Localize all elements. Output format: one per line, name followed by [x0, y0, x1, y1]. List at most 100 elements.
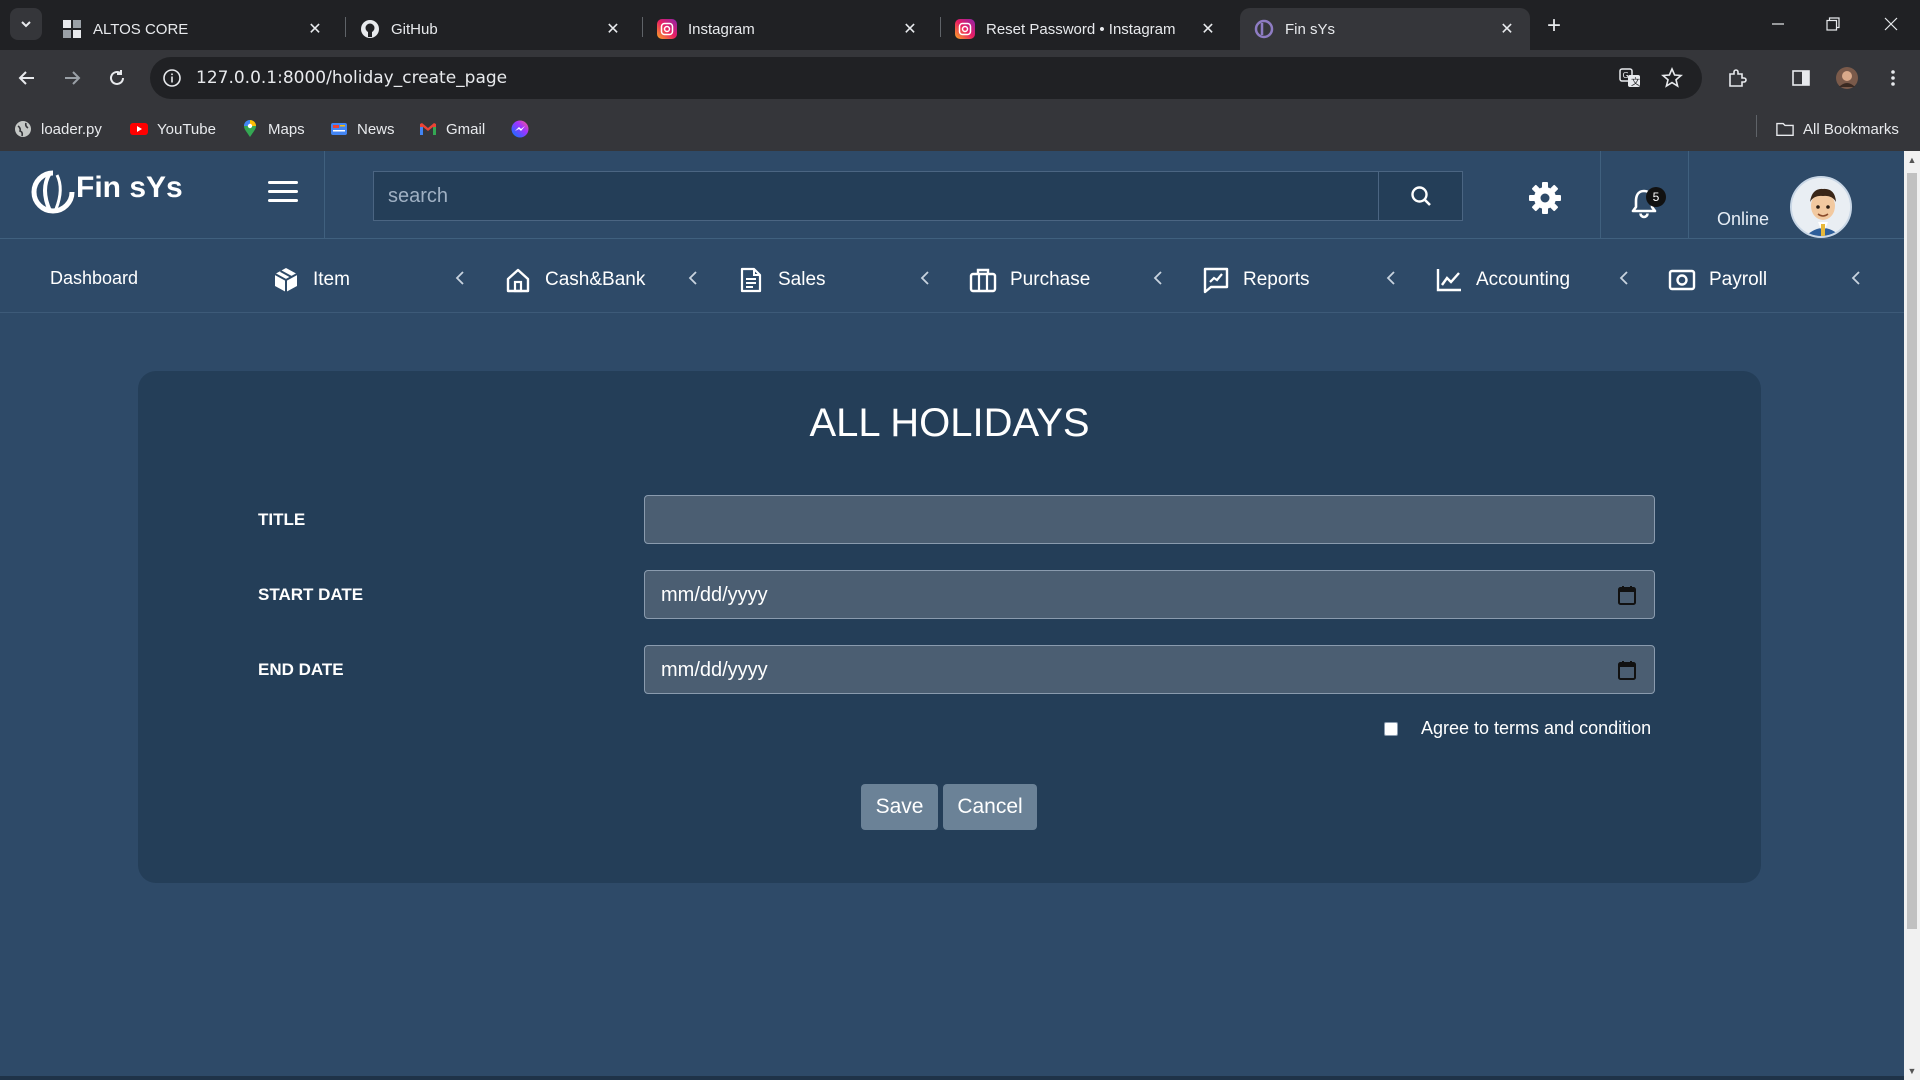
- all-bookmarks-button[interactable]: All Bookmarks: [1776, 117, 1899, 141]
- calendar-icon[interactable]: [1618, 660, 1636, 680]
- bookmark-item[interactable]: loader.py: [14, 117, 102, 141]
- box-icon: [272, 266, 300, 294]
- browser-tab[interactable]: Instagram ✕: [643, 8, 933, 50]
- scrollbar-thumb[interactable]: [1907, 173, 1917, 929]
- site-info-icon[interactable]: [160, 66, 184, 90]
- bookmark-item[interactable]: Maps: [241, 117, 305, 141]
- menu-toggle-icon[interactable]: [268, 181, 298, 207]
- end-date-field[interactable]: mm/dd/yyyy: [644, 645, 1655, 694]
- browser-menu-button[interactable]: [1876, 61, 1910, 95]
- bookmark-item[interactable]: [511, 117, 538, 141]
- search-input[interactable]: [374, 172, 1378, 220]
- browser-tab-active[interactable]: Fin sYs ✕: [1240, 8, 1530, 50]
- chevron-left-icon[interactable]: [1384, 269, 1398, 287]
- app-logo[interactable]: Fin sYs: [30, 169, 183, 215]
- close-tab-icon[interactable]: ✕: [1498, 20, 1516, 38]
- arrow-right-icon: [65, 71, 81, 85]
- terms-checkbox[interactable]: [1384, 721, 1398, 736]
- instagram-icon: [657, 19, 677, 39]
- browser-tab-strip: ALTOS CORE ✕ GitHub ✕ Instagram ✕ Reset …: [0, 0, 1920, 50]
- translate-icon[interactable]: 文G: [1618, 66, 1642, 90]
- bookmark-item[interactable]: YouTube: [130, 117, 216, 141]
- address-bar[interactable]: 127.0.0.1:8000/holiday_create_page 文G: [150, 57, 1702, 99]
- chevron-left-icon[interactable]: [918, 269, 932, 287]
- chevron-left-icon[interactable]: [1617, 269, 1631, 287]
- bookmark-star-icon[interactable]: [1660, 66, 1684, 90]
- start-date-field[interactable]: mm/dd/yyyy: [644, 570, 1655, 619]
- back-button[interactable]: [10, 61, 44, 95]
- reload-button[interactable]: [100, 61, 134, 95]
- nav-label: Reports: [1243, 269, 1310, 290]
- chevron-left-icon[interactable]: [453, 269, 467, 287]
- close-tab-icon[interactable]: ✕: [604, 20, 622, 38]
- nav-item-purchase[interactable]: Purchase: [969, 265, 1090, 295]
- close-tab-icon[interactable]: ✕: [306, 20, 324, 38]
- all-bookmarks-label: All Bookmarks: [1803, 120, 1899, 138]
- chevron-left-icon[interactable]: [1151, 269, 1165, 287]
- bookmark-label: Maps: [268, 120, 305, 138]
- close-tab-icon[interactable]: ✕: [901, 20, 919, 38]
- nav-item-dashboard[interactable]: Dashboard: [50, 268, 138, 289]
- nav-item-item[interactable]: Item: [272, 265, 350, 295]
- browser-toolbar: 127.0.0.1:8000/holiday_create_page 文G: [0, 50, 1920, 107]
- nav-item-payroll[interactable]: Payroll: [1668, 265, 1767, 295]
- chevron-left-icon[interactable]: [686, 269, 700, 287]
- browser-tab[interactable]: Reset Password • Instagram ✕: [941, 8, 1231, 50]
- close-tab-icon[interactable]: ✕: [1199, 20, 1217, 38]
- save-button[interactable]: Save: [861, 784, 938, 830]
- avatar[interactable]: [1790, 176, 1852, 238]
- status-text: Online: [1717, 209, 1770, 229]
- title-field[interactable]: [644, 495, 1655, 544]
- chevron-down-icon: [21, 21, 31, 28]
- scroll-down-icon[interactable]: ▼: [1907, 1066, 1917, 1076]
- cancel-button[interactable]: Cancel: [943, 784, 1037, 830]
- start-date-label: START DATE: [258, 585, 364, 604]
- briefcase-icon: [969, 266, 997, 294]
- tab-list-button[interactable]: [10, 8, 42, 40]
- search-field[interactable]: [373, 171, 1379, 221]
- close-icon: [1884, 17, 1898, 31]
- restore-icon: [1826, 17, 1840, 31]
- vertical-scrollbar[interactable]: ▲ ▼: [1904, 151, 1920, 1080]
- side-panel-button[interactable]: [1784, 61, 1818, 95]
- bookmarks-bar: loader.py YouTube Maps News Gmail All Bo…: [0, 107, 1920, 151]
- reload-icon: [110, 70, 124, 85]
- search-button[interactable]: [1378, 171, 1463, 221]
- minimize-button[interactable]: [1758, 8, 1798, 40]
- nav-item-cash-bank[interactable]: Cash&Bank: [504, 265, 645, 295]
- calendar-icon[interactable]: [1618, 585, 1636, 605]
- profile-button[interactable]: [1830, 61, 1864, 95]
- profile-avatar-icon: [1836, 67, 1858, 89]
- end-date-value: mm/dd/yyyy: [661, 659, 768, 681]
- bookmark-item[interactable]: News: [330, 117, 395, 141]
- tab-title: Fin sYs: [1285, 20, 1336, 38]
- document-icon: [737, 266, 765, 294]
- terms-agreement[interactable]: Agree to terms and condition: [1384, 718, 1651, 739]
- finsys-icon: [1254, 19, 1274, 39]
- tab-title: GitHub: [391, 20, 438, 38]
- browser-tab[interactable]: GitHub ✕: [346, 8, 636, 50]
- gear-icon[interactable]: [1528, 181, 1562, 215]
- chevron-left-icon[interactable]: [1849, 269, 1863, 287]
- minimize-icon: [1772, 23, 1784, 25]
- url-text: 127.0.0.1:8000/holiday_create_page: [196, 68, 508, 88]
- extensions-button[interactable]: [1720, 61, 1754, 95]
- brand-name: Fin sYs: [76, 171, 183, 204]
- nav-item-reports[interactable]: Reports: [1202, 265, 1310, 295]
- svg-text:G: G: [1623, 71, 1629, 80]
- scroll-up-icon[interactable]: ▲: [1907, 155, 1917, 165]
- maps-icon: [241, 120, 259, 138]
- forward-button[interactable]: [55, 61, 89, 95]
- browser-tab[interactable]: ALTOS CORE ✕: [48, 8, 338, 50]
- messenger-icon: [511, 120, 529, 138]
- new-tab-button[interactable]: +: [1540, 12, 1568, 40]
- arrow-left-icon: [18, 71, 34, 85]
- nav-item-accounting[interactable]: Accounting: [1435, 265, 1570, 295]
- close-window-button[interactable]: [1871, 8, 1911, 40]
- restore-button[interactable]: [1813, 8, 1853, 40]
- nav-label: Sales: [778, 269, 826, 290]
- cash-icon: [1668, 266, 1696, 294]
- nav-item-sales[interactable]: Sales: [737, 265, 826, 295]
- bookmark-label: loader.py: [41, 120, 102, 138]
- bookmark-item[interactable]: Gmail: [419, 117, 485, 141]
